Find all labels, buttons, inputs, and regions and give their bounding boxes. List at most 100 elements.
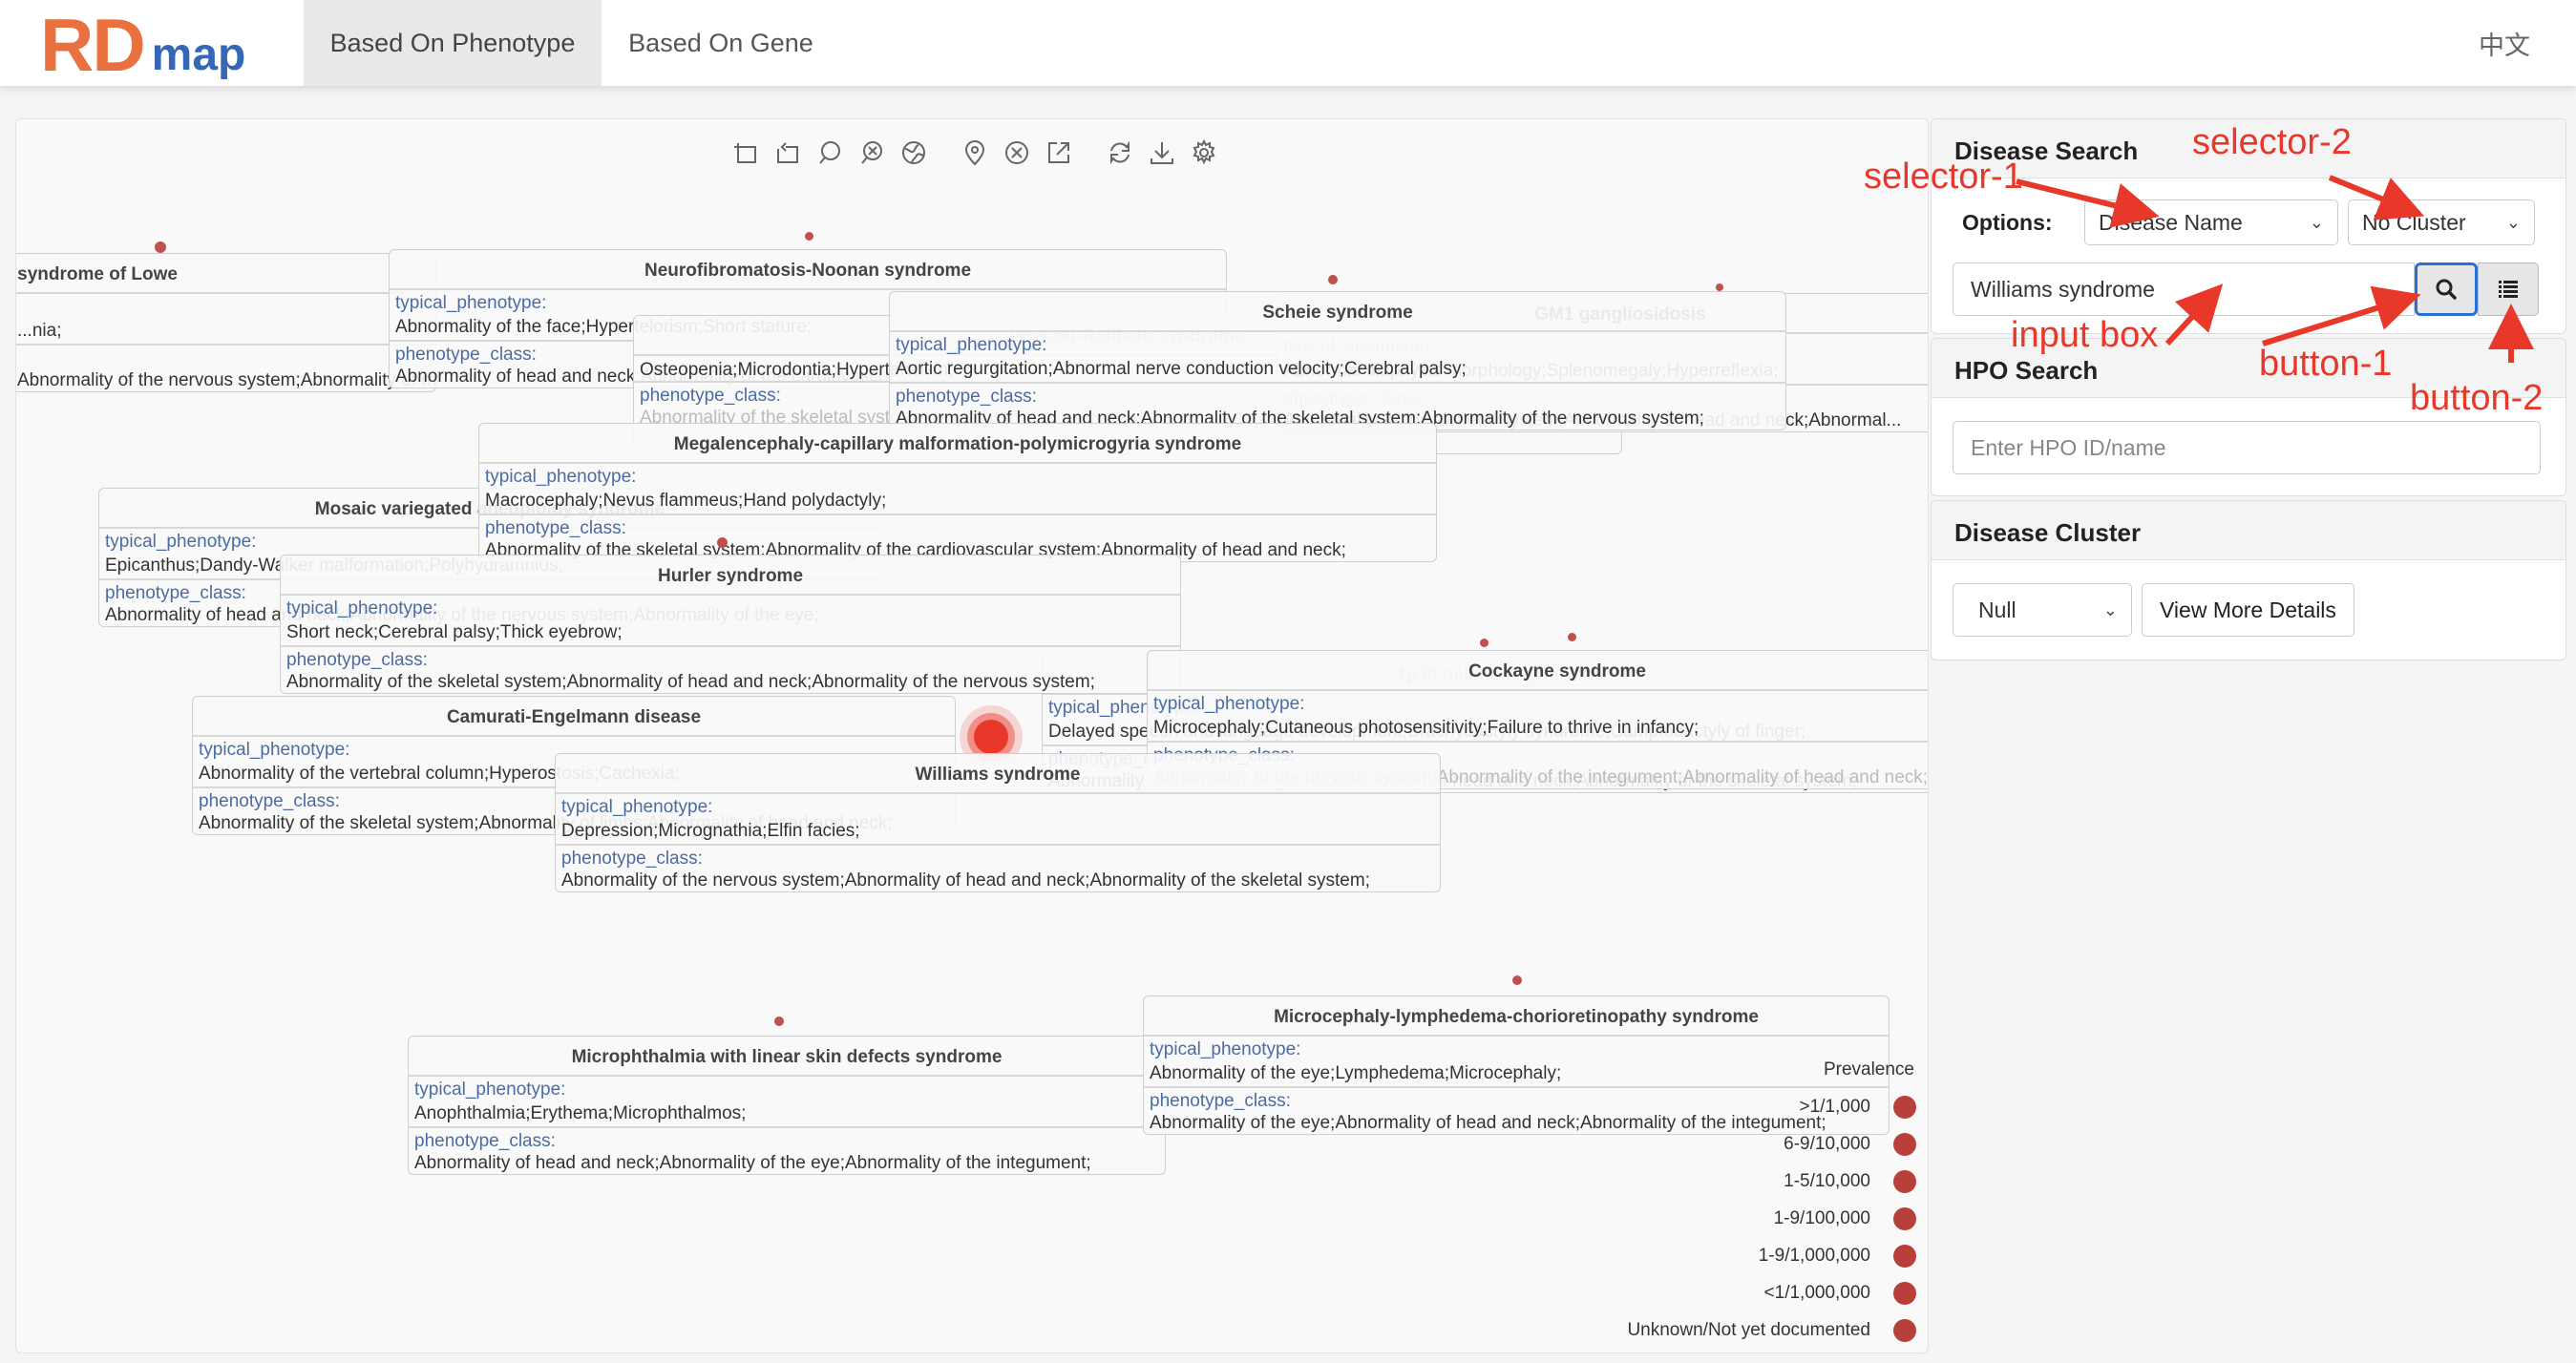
download-icon[interactable]: [1147, 137, 1177, 168]
disease-node[interactable]: [805, 232, 813, 241]
legend-dot-icon: [1893, 1206, 1916, 1230]
logo-rd: RD: [40, 3, 146, 87]
disease-node[interactable]: [774, 1017, 784, 1026]
disease-card-title: Microphthalmia with linear skin defects …: [409, 1037, 1165, 1077]
legend-item-label: 1-9/100,000: [1773, 1207, 1870, 1228]
typical-phenotype-value: Anophthalmia;Erythema;Microphthalmos;: [414, 1103, 747, 1123]
disease-node[interactable]: [1568, 633, 1576, 641]
legend-item[interactable]: 6-9/10,000: [1595, 1125, 1920, 1163]
refresh-icon[interactable]: [1105, 137, 1135, 168]
disease-search-input[interactable]: Williams syndrome: [1953, 262, 2415, 316]
phenotype-class-label: phenotype_class:: [890, 382, 1785, 407]
phenotype-class-label: phenotype_class:: [479, 514, 1436, 538]
disease-card-title: Scheie syndrome: [890, 292, 1785, 332]
legend-item[interactable]: 1-9/100,000: [1595, 1200, 1920, 1237]
disease-node[interactable]: [1512, 975, 1522, 985]
globe-icon[interactable]: [898, 137, 929, 168]
cluster-mode-select[interactable]: No Cluster ⌄: [2348, 199, 2535, 245]
disease-card[interactable]: Megalencephaly-capillary malformation-po…: [478, 423, 1437, 562]
language-switch[interactable]: 中文: [2479, 0, 2530, 86]
legend-item-label: Unknown/Not yet documented: [1627, 1319, 1870, 1340]
chevron-down-icon: ⌄: [2505, 212, 2521, 232]
disease-card-title: Williams syndrome: [556, 754, 1440, 794]
legend-item[interactable]: Unknown/Not yet documented: [1595, 1311, 1920, 1349]
disease-cluster-panel: Disease Cluster Null ⌄ View More Details: [1931, 500, 2566, 661]
annotation-input-box: input box: [2011, 315, 2159, 355]
zoom-reset-icon[interactable]: [772, 137, 803, 168]
cluster-select[interactable]: Null ⌄: [1953, 583, 2132, 637]
clear-selection-icon[interactable]: [856, 137, 887, 168]
annotation-selector-1: selector-1: [1864, 157, 2023, 197]
lasso-icon[interactable]: [814, 137, 845, 168]
typical-phenotype-label: typical_phenotype:: [1153, 694, 1305, 714]
disease-node[interactable]: [1716, 283, 1723, 291]
legend-title: Prevalence: [1823, 1059, 1914, 1080]
disease-card-title: Megalencephaly-capillary malformation-po…: [479, 424, 1436, 464]
disease-card-title: Microcephaly-lymphedema-chorioretinopath…: [1144, 996, 1889, 1037]
chevron-down-icon: ⌄: [2309, 212, 2324, 232]
disease-node[interactable]: [1480, 639, 1489, 647]
legend-dot-icon: [1893, 1132, 1916, 1156]
search-icon: [2436, 279, 2457, 300]
tab-based-on-phenotype[interactable]: Based On Phenotype: [304, 0, 602, 86]
disease-card[interactable]: Microphthalmia with linear skin defects …: [408, 1036, 1166, 1175]
logo-map: map: [151, 30, 246, 80]
annotation-selector-2: selector-2: [2192, 122, 2352, 162]
disease-card-title: Hurler syndrome: [281, 556, 1180, 596]
phenotype-class-value: Abnormality of the nervous system;Abnorm…: [561, 870, 1370, 891]
search-type-select[interactable]: Disease Name ⌄: [2084, 199, 2338, 245]
legend-dot-icon: [1893, 1244, 1916, 1268]
disease-node[interactable]: [155, 241, 166, 253]
search-type-value: Disease Name: [2099, 209, 2243, 235]
disease-card[interactable]: Hurler syndrome typical_phenotype: Short…: [280, 555, 1181, 694]
typical-phenotype-label: typical_phenotype:: [896, 335, 1047, 355]
phenotype-class-value: Abnormality of the skeletal system;Abnor…: [286, 672, 1095, 692]
zoom-area-icon[interactable]: [730, 137, 761, 168]
phenotype-class-label: phenotype_class:: [556, 844, 1440, 869]
cluster-mode-value: No Cluster: [2362, 209, 2466, 235]
typical-phenotype-label: typical_phenotype:: [414, 1080, 566, 1100]
disease-map-canvas[interactable]: Oculocerebrorenal syndrome of Lowe ...ni…: [15, 118, 1929, 1353]
legend-item[interactable]: >1/1,000: [1595, 1088, 1920, 1125]
typical-phenotype-value: Short neck;Cerebral palsy;Thick eyebrow;: [286, 622, 623, 642]
typical-phenotype-value: Aortic regurgitation;Abnormal nerve cond…: [896, 359, 1467, 379]
legend-item[interactable]: <1/1,000,000: [1595, 1274, 1920, 1311]
typical-phenotype-label: typical_phenotype:: [286, 598, 438, 619]
pin-icon[interactable]: [960, 137, 990, 168]
legend-item-label: 6-9/10,000: [1784, 1133, 1870, 1154]
disease-card[interactable]: Oculocerebrorenal syndrome of Lowe ...ni…: [16, 253, 436, 392]
williams-syndrome-node[interactable]: [974, 720, 1008, 754]
legend-dot-icon: [1893, 1169, 1916, 1193]
export-icon[interactable]: [1044, 137, 1074, 168]
legend-dot-icon: [1893, 1318, 1916, 1342]
search-button[interactable]: [2415, 262, 2478, 316]
disease-cluster-title: Disease Cluster: [1932, 501, 2565, 560]
disease-node[interactable]: [717, 537, 728, 548]
map-toolbar: [730, 129, 1231, 177]
disease-card-title: Camurati-Engelmann disease: [193, 697, 955, 737]
phenotype-class-label: phenotype_class:: [281, 645, 1180, 670]
typical-phenotype-label: [16, 294, 435, 319]
phenotype-class-label: phenotype_class:: [409, 1126, 1165, 1151]
disease-node[interactable]: [1328, 275, 1338, 284]
annotation-button-2: button-2: [2410, 378, 2544, 418]
tab-based-on-gene[interactable]: Based On Gene: [602, 0, 840, 86]
list-button[interactable]: [2478, 262, 2539, 316]
legend-item-label: 1-9/1,000,000: [1758, 1245, 1870, 1266]
legend-item-label: <1/1,000,000: [1763, 1282, 1870, 1303]
options-label: Options:: [1962, 209, 2053, 235]
disease-card-title: Oculocerebrorenal syndrome of Lowe: [16, 254, 435, 294]
typical-phenotype-value: Depression;Micrognathia;Elfin facies;: [561, 821, 860, 841]
annotation-button-1: button-1: [2259, 344, 2393, 384]
settings-icon[interactable]: [1189, 137, 1219, 168]
disease-card[interactable]: Scheie syndrome typical_phenotype: Aorti…: [889, 291, 1786, 430]
legend-item-label: >1/1,000: [1799, 1096, 1871, 1117]
legend-item[interactable]: 1-9/1,000,000: [1595, 1237, 1920, 1274]
hpo-search-input[interactable]: Enter HPO ID/name: [1953, 421, 2541, 474]
typical-phenotype-label: typical_phenotype:: [485, 467, 637, 487]
disease-card-williams-syndrome[interactable]: Williams syndrome typical_phenotype: Dep…: [555, 753, 1441, 892]
legend-item[interactable]: 1-5/10,000: [1595, 1163, 1920, 1200]
view-more-details-button[interactable]: View More Details: [2142, 583, 2354, 637]
rdmap-logo[interactable]: RD map: [40, 6, 245, 82]
close-circle-icon[interactable]: [1002, 137, 1032, 168]
